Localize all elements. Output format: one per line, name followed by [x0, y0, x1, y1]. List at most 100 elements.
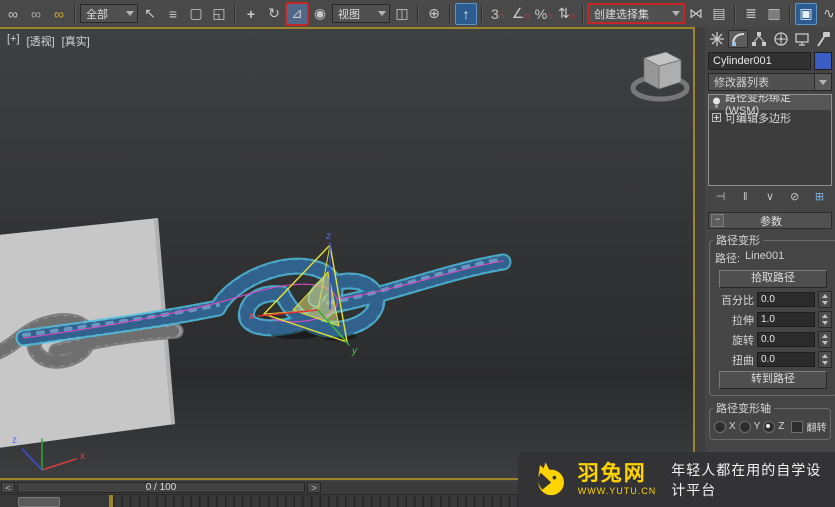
spin-up-icon[interactable] — [822, 294, 828, 299]
axis-options-row: X Y Z 翻转 — [713, 417, 827, 435]
viewport-pov-menu[interactable]: [透视] — [27, 33, 55, 49]
lightbulb-icon[interactable] — [712, 97, 721, 109]
flip-checkbox[interactable] — [791, 420, 804, 433]
scene-explorer-icon[interactable]: ▣ — [795, 2, 817, 25]
unlink-selection-icon[interactable]: ∞ — [25, 3, 47, 25]
stretch-field[interactable]: 1.0 — [757, 312, 815, 327]
viewport[interactable]: [+] [透视] [真实] x y z x z — [0, 27, 695, 480]
spin-up-icon[interactable] — [822, 354, 828, 359]
spin-down-icon[interactable] — [822, 360, 828, 365]
spin-up-icon[interactable] — [822, 334, 828, 339]
main-toolbar: ∞ ∞ ∞ 全部 ↖ ≡ ▢ ◱ + ↻ ⊿ ◉ 视图 ◫ ⊕ ↑ 3 ∩ ∠ ∩ … — [0, 0, 835, 27]
axis-x-radio[interactable] — [714, 420, 726, 433]
modifier-list-dropdown[interactable]: 修改器列表 — [708, 73, 832, 91]
spinner-arrows[interactable] — [818, 291, 832, 308]
spin-down-icon[interactable] — [822, 320, 828, 325]
reference-coordinate-dropdown[interactable]: 视图 — [332, 4, 390, 23]
curve-editor-icon[interactable]: ∿ — [818, 3, 835, 25]
mini-curve-editor-button[interactable] — [18, 497, 60, 507]
pin-stack-icon[interactable]: ⊣ — [712, 189, 729, 204]
time-slider[interactable]: 0 / 100 — [17, 482, 305, 493]
spin-up-icon[interactable] — [822, 314, 828, 319]
viewport-general-menu[interactable]: [+] — [7, 33, 20, 49]
axis-z-radio[interactable] — [763, 420, 776, 433]
axis-y-radio[interactable] — [738, 420, 751, 433]
object-name-field[interactable]: Cylinder001 — [708, 52, 811, 70]
object-color-swatch[interactable] — [814, 52, 832, 70]
spin-down-icon[interactable] — [822, 340, 828, 345]
select-object-icon[interactable]: ↖ — [139, 3, 161, 25]
collapse-icon[interactable]: − — [711, 214, 724, 227]
spinner-arrows[interactable] — [818, 351, 832, 368]
magnet-icon: ∩ — [568, 10, 576, 22]
spinner-arrows[interactable] — [818, 331, 832, 348]
select-and-link-icon[interactable]: ∞ — [2, 3, 24, 25]
rollout-title: 参数 — [760, 215, 782, 228]
align-icon[interactable]: ▤ — [708, 3, 730, 25]
angle-snap-icon[interactable]: ∠ ∩ — [510, 3, 532, 25]
create-tab-icon[interactable] — [707, 30, 727, 48]
gizmo-y-label: y — [351, 346, 358, 357]
mirror-icon[interactable]: ⋈ — [685, 3, 707, 25]
pivot-point-icon[interactable]: ◫ — [391, 3, 413, 25]
toolbar-separator — [449, 4, 451, 23]
path-label: 路径: — [715, 253, 741, 265]
viewcube[interactable] — [630, 51, 690, 102]
display-tab-icon[interactable] — [792, 30, 812, 48]
expand-box-icon[interactable] — [712, 113, 721, 122]
spinner-arrows[interactable] — [818, 311, 832, 328]
ribbon-toggle-icon[interactable]: ▥ — [763, 3, 785, 25]
make-unique-icon[interactable]: ∨ — [762, 189, 779, 204]
hierarchy-tab-icon[interactable] — [749, 30, 769, 48]
snap-toggle-3d-icon[interactable]: 3 ∩ — [487, 3, 509, 25]
watermark-slogan: 年轻人都在用的自学设计平台 — [671, 461, 822, 498]
percent-field[interactable]: 0.0 — [757, 292, 815, 307]
configure-modifier-sets-icon[interactable]: ⊞ — [811, 189, 828, 204]
twist-spinner-row: 扭曲 0.0 — [714, 351, 832, 368]
rectangular-selection-region-icon[interactable]: ▢ — [185, 3, 207, 25]
goto-path-button[interactable]: 转到路径 — [719, 371, 827, 389]
stretch-spinner-row: 拉伸 1.0 — [714, 311, 832, 328]
scene-canvas[interactable]: x y z x z — [0, 29, 691, 478]
flip-label: 翻转 — [806, 423, 827, 434]
rotation-spinner-row: 旋转 0.0 — [714, 331, 832, 348]
toolbar-separator — [74, 4, 76, 23]
select-and-manipulate-icon[interactable]: ⊕ — [423, 3, 445, 25]
modify-tab-icon[interactable] — [728, 29, 749, 48]
next-frame-button[interactable]: > — [307, 482, 321, 493]
spinner-snap-icon[interactable]: ⇅ ∩ — [556, 3, 578, 25]
twist-label: 扭曲 — [732, 354, 754, 367]
rabbit-logo-icon — [538, 461, 564, 495]
percent-snap-icon[interactable]: % ∩ — [533, 3, 555, 25]
show-end-result-icon[interactable]: ‖ — [737, 189, 754, 204]
named-selection-sets-dropdown[interactable]: 创建选择集 — [587, 3, 685, 24]
select-by-name-icon[interactable]: ≡ — [162, 3, 184, 25]
rotation-field[interactable]: 0.0 — [757, 332, 815, 347]
keyboard-shortcut-override-icon[interactable]: ↑ — [455, 2, 477, 25]
current-frame-marker[interactable] — [109, 495, 113, 507]
previous-frame-button[interactable]: < — [1, 482, 15, 493]
window-crossing-icon[interactable]: ◱ — [208, 3, 230, 25]
chevron-down-icon — [672, 11, 680, 16]
utilities-tab-icon[interactable] — [813, 30, 833, 48]
magnet-icon: ∩ — [546, 10, 554, 22]
spin-down-icon[interactable] — [822, 300, 828, 305]
viewport-shading-menu[interactable]: [真实] — [62, 33, 90, 49]
bind-to-space-warp-icon[interactable]: ∞ — [48, 3, 70, 25]
selection-filter-dropdown[interactable]: 全部 — [80, 4, 138, 23]
select-and-rotate-icon[interactable]: ↻ — [263, 3, 285, 25]
pick-path-button[interactable]: 拾取路径 — [719, 270, 827, 288]
select-and-scale-icon[interactable]: ⊿ — [285, 1, 309, 26]
modifier-stack-row[interactable]: 路径变形绑定 (WSM) — [709, 95, 831, 117]
path-row: 路径: Line001 — [713, 249, 833, 268]
percent-label: 百分比 — [721, 294, 754, 307]
motion-tab-icon[interactable] — [771, 30, 791, 48]
toolbar-separator — [789, 4, 791, 23]
use-pivot-point-center-icon[interactable]: ◉ — [309, 3, 331, 25]
parameters-rollout-header[interactable]: − 参数 — [708, 212, 832, 229]
select-and-move-icon[interactable]: + — [240, 3, 262, 25]
twist-field[interactable]: 0.0 — [757, 352, 815, 367]
remove-modifier-icon[interactable]: ⊘ — [786, 189, 803, 204]
toolbar-separator — [481, 4, 483, 23]
layer-manager-icon[interactable]: ≣ — [740, 3, 762, 25]
